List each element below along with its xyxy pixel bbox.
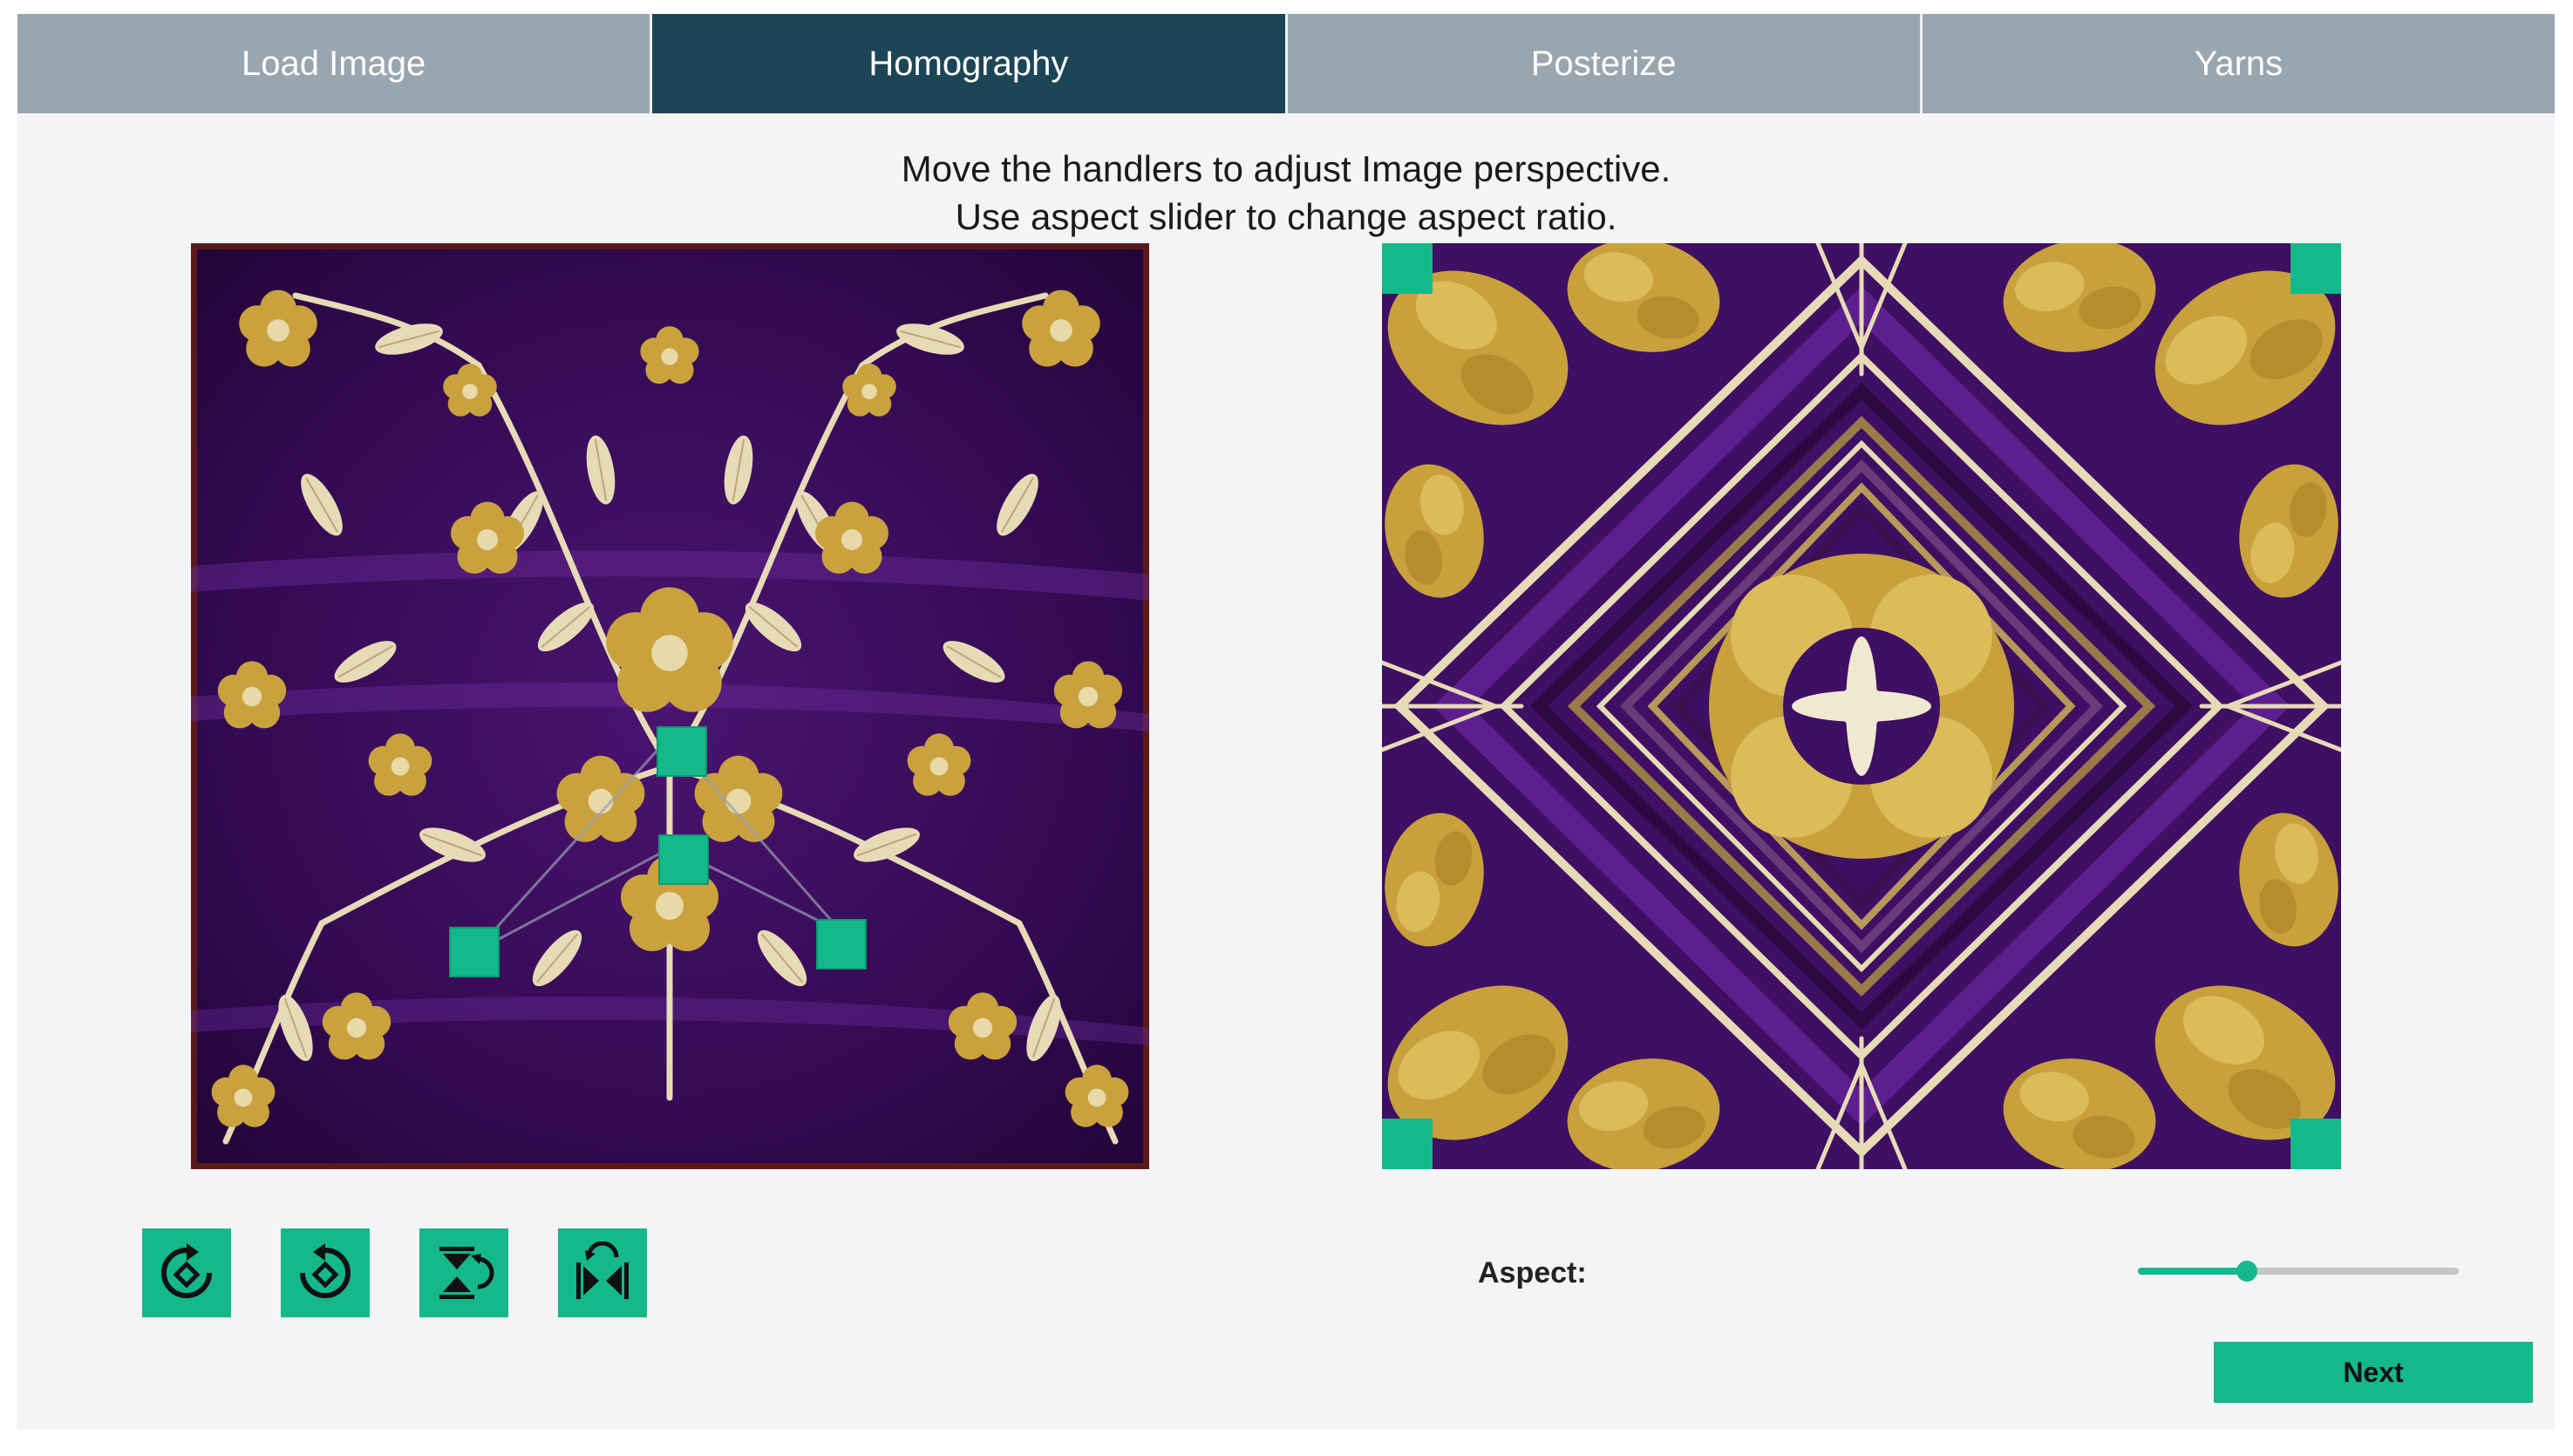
perspective-handle-right[interactable] <box>816 919 867 970</box>
rotate-left-icon <box>161 1243 212 1298</box>
tab-posterize[interactable]: Posterize <box>1287 14 1923 113</box>
flip-horizontal-icon <box>576 1242 629 1299</box>
preview-corner-bottom-left <box>1382 1119 1433 1169</box>
tab-bar: Load Image Homography Posterize Yarns <box>17 14 2555 113</box>
flip-vertical-button[interactable] <box>419 1228 508 1317</box>
flip-vertical-icon <box>439 1247 494 1299</box>
aspect-slider-thumb[interactable] <box>2236 1261 2258 1282</box>
aspect-slider-fill <box>2138 1268 2248 1275</box>
source-fabric-image <box>191 243 1149 1169</box>
rotate-right-button[interactable] <box>281 1228 370 1317</box>
aspect-slider[interactable] <box>2138 1252 2459 1290</box>
app-window: Load Image Homography Posterize Yarns Mo… <box>17 14 2555 1430</box>
rotate-left-button[interactable] <box>142 1228 231 1317</box>
preview-corner-bottom-right <box>2291 1119 2341 1169</box>
flip-horizontal-button[interactable] <box>558 1228 647 1317</box>
source-image-panel <box>191 243 1149 1169</box>
next-button[interactable]: Next <box>2214 1342 2533 1403</box>
preview-image-panel <box>1382 243 2341 1169</box>
tab-load-image[interactable]: Load Image <box>17 14 653 113</box>
instructions: Move the handlers to adjust Image perspe… <box>17 145 2555 241</box>
aspect-label: Aspect: <box>1478 1256 1587 1289</box>
tab-homography[interactable]: Homography <box>652 14 1288 113</box>
perspective-handle-left[interactable] <box>449 927 500 977</box>
homography-preview-image <box>1382 243 2341 1169</box>
perspective-handle-center[interactable] <box>658 834 709 885</box>
perspective-handle-top[interactable] <box>657 726 707 777</box>
preview-corner-top-right <box>2291 243 2341 294</box>
instruction-line-1: Move the handlers to adjust Image perspe… <box>901 148 1671 189</box>
tab-yarns[interactable]: Yarns <box>1922 14 2555 113</box>
preview-corner-top-left <box>1382 243 1433 294</box>
rotate-right-icon <box>300 1243 351 1298</box>
instruction-line-2: Use aspect slider to change aspect ratio… <box>955 196 1617 237</box>
